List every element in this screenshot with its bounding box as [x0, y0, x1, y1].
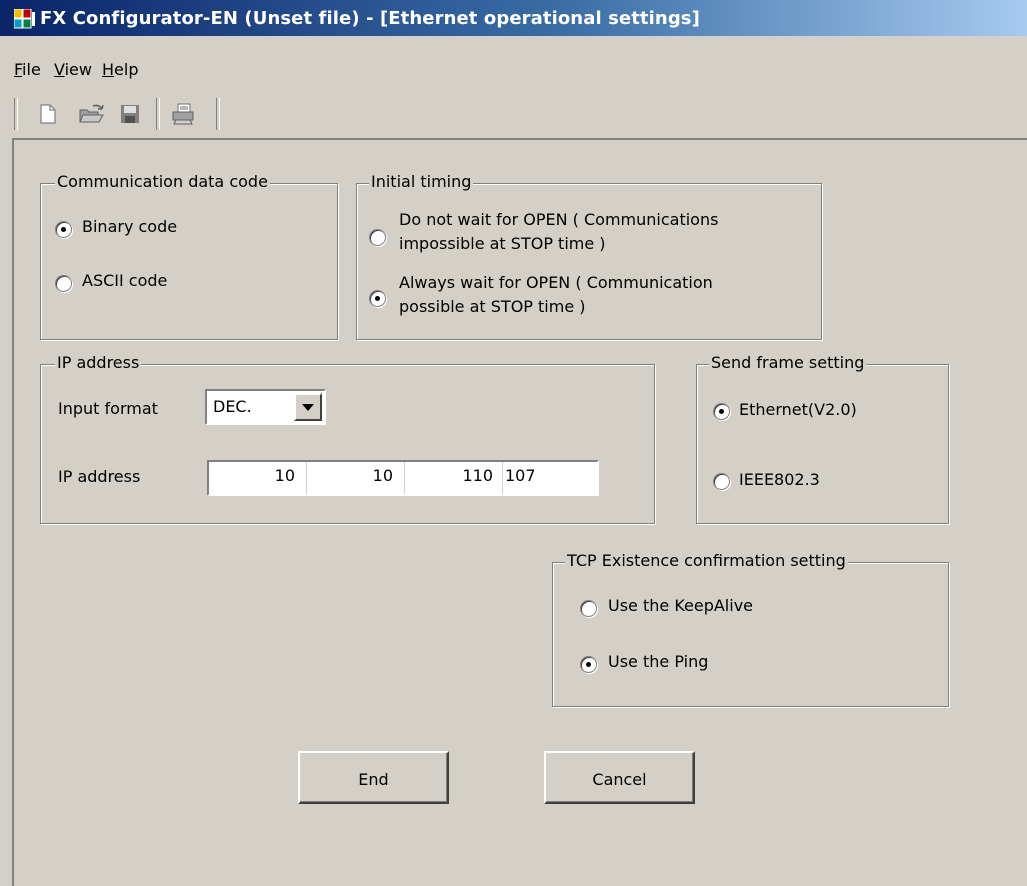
title-bar[interactable]: FX Configurator-EN (Unset file) - [Ether…: [0, 0, 1027, 36]
communication-data-code-legend: Communication data code: [55, 172, 270, 191]
menu-label: File: [14, 60, 41, 79]
binary-code-label[interactable]: Binary code: [82, 216, 177, 238]
ip-address-legend: IP address: [55, 353, 142, 372]
ip-address-group: IP address Input format IP address: [40, 353, 655, 524]
window-title: FX Configurator-EN (Unset file) - [Ether…: [40, 8, 700, 29]
dropdown-button[interactable]: [294, 393, 322, 421]
always-wait-label-line1[interactable]: Always wait for OPEN ( Communication: [399, 272, 713, 294]
client-area-border-left: [12, 138, 14, 886]
communication-data-code-group: Communication data code Binary code ASCI…: [40, 172, 338, 340]
do-not-wait-label-line2[interactable]: impossible at STOP time ): [399, 233, 606, 255]
end-button-label: End: [358, 770, 389, 789]
ethernet-v2-radio[interactable]: [713, 403, 730, 420]
ascii-code-radio[interactable]: [55, 275, 72, 292]
input-format-select[interactable]: DEC.: [205, 389, 326, 425]
app-icon: [13, 8, 36, 29]
ping-label[interactable]: Use the Ping: [608, 651, 708, 673]
ascii-code-label[interactable]: ASCII code: [82, 270, 167, 292]
do-not-wait-label-line1[interactable]: Do not wait for OPEN ( Communications: [399, 209, 718, 231]
ip-address-label: IP address: [58, 467, 141, 486]
keepalive-label[interactable]: Use the KeepAlive: [608, 595, 753, 617]
print-icon[interactable]: [170, 102, 194, 126]
always-wait-radio[interactable]: [369, 290, 386, 307]
chevron-down-icon: [302, 404, 314, 411]
menu-label: View: [54, 60, 92, 79]
ip-octet-2[interactable]: 10: [373, 466, 393, 485]
input-format-label: Input format: [58, 399, 158, 418]
menu-view[interactable]: View: [54, 60, 92, 79]
open-folder-icon[interactable]: [78, 102, 104, 126]
client-area-border: [12, 138, 1027, 140]
toolbar: [14, 94, 229, 132]
tcp-existence-group: TCP Existence confirmation setting Use t…: [552, 551, 949, 707]
keepalive-radio[interactable]: [580, 600, 597, 617]
cancel-button-label: Cancel: [592, 770, 647, 789]
ieee8023-label[interactable]: IEEE802.3: [739, 469, 820, 491]
initial-timing-group: Initial timing Do not wait for OPEN ( Co…: [356, 172, 822, 340]
send-frame-legend: Send frame setting: [709, 353, 867, 372]
tcp-existence-legend: TCP Existence confirmation setting: [565, 551, 848, 570]
input-format-value: DEC.: [213, 397, 252, 416]
menu-label: Help: [102, 60, 139, 79]
ip-address-field[interactable]: 10 10 110 107: [207, 460, 599, 496]
menu-file[interactable]: File: [14, 60, 41, 79]
do-not-wait-radio[interactable]: [369, 229, 386, 246]
menu-help[interactable]: Help: [102, 60, 138, 79]
new-file-icon[interactable]: [36, 102, 60, 126]
ip-octet-4[interactable]: 107: [505, 466, 536, 485]
initial-timing-legend: Initial timing: [369, 172, 474, 191]
ethernet-v2-label[interactable]: Ethernet(V2.0): [739, 399, 857, 421]
ip-octet-3[interactable]: 110: [462, 466, 493, 485]
ip-octet-1[interactable]: 10: [275, 466, 295, 485]
binary-code-radio[interactable]: [55, 221, 72, 238]
always-wait-label-line2[interactable]: possible at STOP time ): [399, 296, 586, 318]
cancel-button[interactable]: Cancel: [544, 751, 695, 804]
end-button[interactable]: End: [298, 751, 449, 804]
ieee8023-radio[interactable]: [713, 473, 730, 490]
save-disk-icon[interactable]: [118, 102, 142, 126]
send-frame-group: Send frame setting Ethernet(V2.0) IEEE80…: [696, 353, 949, 524]
ping-radio[interactable]: [580, 656, 597, 673]
